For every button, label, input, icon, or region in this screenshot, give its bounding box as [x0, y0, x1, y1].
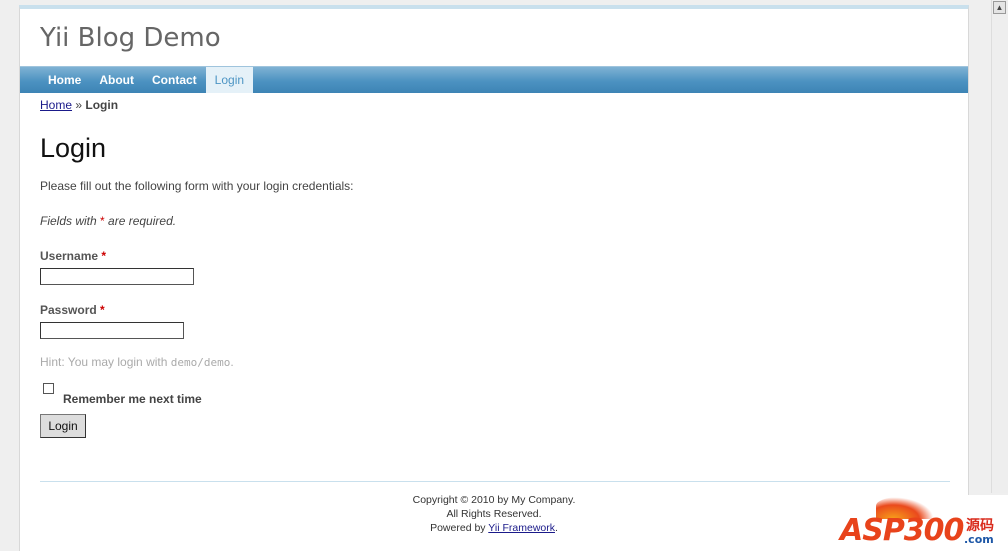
password-required-star: * — [100, 303, 105, 317]
breadcrumb-separator: » — [75, 98, 83, 112]
menu-item-contact[interactable]: Contact — [143, 67, 206, 93]
hint-prefix: Hint: You may login with — [40, 355, 171, 369]
yii-framework-link[interactable]: Yii Framework — [488, 522, 555, 534]
scroll-up-arrow-icon[interactable]: ▲ — [993, 1, 1006, 14]
watermark-brand: ASP300 — [840, 513, 964, 548]
username-required-star: * — [101, 249, 107, 263]
footer-divider — [40, 481, 950, 482]
powered-suffix: . — [554, 522, 558, 534]
hint-code: demo/demo — [170, 356, 231, 369]
page-title: Login — [40, 133, 107, 163]
breadcrumb-home-link[interactable]: Home — [40, 98, 72, 112]
menu-item-home[interactable]: Home — [39, 67, 90, 93]
powered-prefix: Powered by — [430, 522, 489, 534]
login-hint: Hint: You may login with demo/demo. — [40, 355, 234, 369]
remember-me-label[interactable]: Remember me next time — [63, 392, 202, 406]
required-note: Fields with * are required. — [40, 214, 176, 228]
watermark-com: .com — [964, 533, 994, 546]
footer-powered: Powered by Yii Framework. — [20, 521, 968, 535]
menu-item-about[interactable]: About — [90, 67, 143, 93]
site-logo: Yii Blog Demo — [40, 23, 221, 53]
main-menu: Home About Contact Login — [20, 66, 968, 93]
breadcrumb: Home » Login — [40, 98, 118, 112]
hint-suffix: . — [230, 355, 234, 369]
username-input[interactable] — [40, 268, 194, 285]
password-label: Password * — [40, 303, 105, 317]
password-input[interactable] — [40, 322, 184, 339]
watermark-cn: 源码 — [966, 518, 994, 534]
breadcrumb-current: Login — [85, 98, 119, 112]
remember-me-checkbox[interactable] — [43, 383, 54, 394]
footer: Copyright © 2010 by My Company. All Righ… — [20, 493, 968, 535]
username-label-text: Username — [40, 249, 99, 263]
footer-copyright: Copyright © 2010 by My Company. — [412, 494, 576, 506]
menu-item-login[interactable]: Login — [205, 67, 254, 93]
required-note-suffix: are required. — [104, 214, 177, 228]
vertical-scrollbar[interactable]: ▲ — [991, 0, 1008, 493]
password-label-text: Password — [40, 303, 97, 317]
required-note-prefix: Fields with — [40, 214, 101, 228]
watermark-logo: ASP300 源码 .com — [836, 495, 1008, 551]
login-submit-button[interactable]: Login — [40, 414, 86, 438]
form-intro-text: Please fill out the following form with … — [40, 179, 354, 193]
username-label: Username * — [40, 249, 106, 263]
footer-rights: All Rights Reserved. — [446, 508, 542, 520]
page-container: Yii Blog Demo Home About Contact Login H… — [19, 5, 969, 551]
